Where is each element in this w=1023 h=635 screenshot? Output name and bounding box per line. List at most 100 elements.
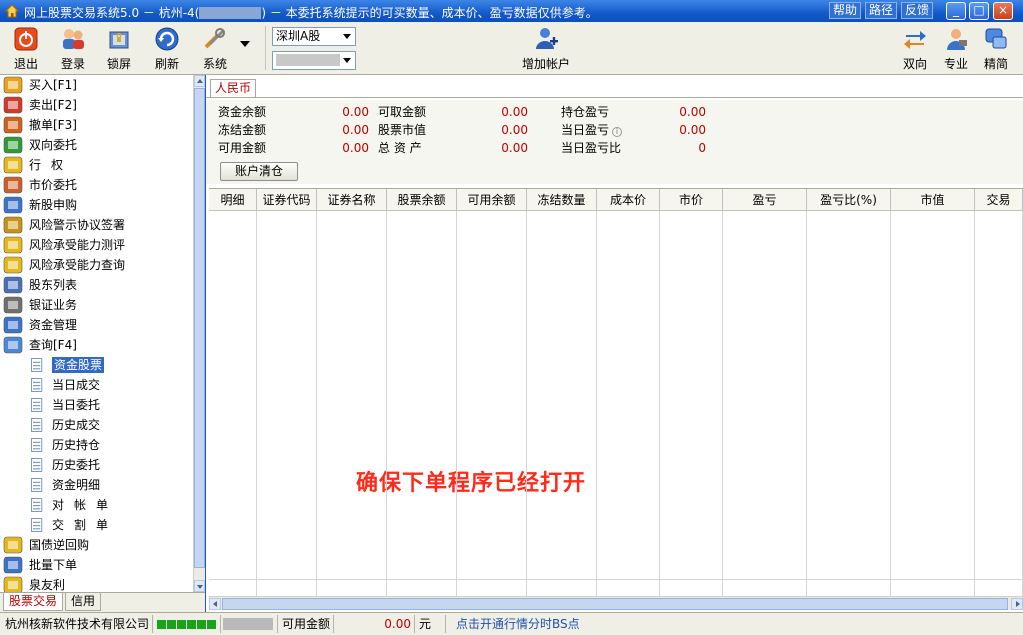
sidebar-item-7[interactable]: 风险警示协议签署 (0, 215, 193, 235)
column-header-7[interactable]: 市价 (660, 189, 723, 211)
lock-screen-button[interactable]: 锁屏 (101, 24, 137, 71)
system-button[interactable]: 系统 (197, 24, 233, 71)
status-hint-link[interactable]: 点击开通行情分时BS点 (453, 615, 583, 633)
status-available-label: 可用金额 (279, 615, 335, 633)
tab-rmb[interactable]: 人民币 (210, 79, 256, 97)
sidebar-item-4[interactable]: 行权 (0, 155, 193, 175)
redacted-account (199, 7, 262, 19)
info-icon[interactable]: i (612, 127, 623, 137)
document-icon (31, 478, 43, 492)
close-button[interactable]: × (993, 2, 1013, 20)
feedback-link[interactable]: 反馈 (901, 2, 934, 19)
sidebar-subitem-7[interactable]: 对帐单 (0, 495, 193, 515)
buy-icon (3, 76, 23, 94)
table-bottom-line (209, 579, 1023, 580)
sidebar-item-6[interactable]: 新股申购 (0, 195, 193, 215)
sidebar-subitem-4[interactable]: 历史持仓 (0, 435, 193, 455)
column-header-0[interactable]: 明细 (209, 189, 257, 211)
hscroll-thumb[interactable] (222, 598, 1008, 610)
login-label: 登录 (60, 57, 85, 71)
sidebar-item-8[interactable]: 风险承受能力测评 (0, 235, 193, 255)
nav-item-label: 行权 (29, 158, 74, 172)
chevron-down-icon (343, 34, 351, 39)
maximize-button[interactable]: □ (969, 2, 989, 20)
frozen-value: 0.00 (342, 123, 369, 137)
scroll-up-button[interactable] (194, 75, 205, 87)
sidebar-subitem-1[interactable]: 当日成交 (0, 375, 193, 395)
sidebar-subitem-5[interactable]: 历史委托 (0, 455, 193, 475)
sidebar-subitem-3[interactable]: 历史成交 (0, 415, 193, 435)
minimize-button[interactable]: _ (946, 2, 966, 20)
column-header-1[interactable]: 证券代码 (257, 189, 317, 211)
refresh-button[interactable]: 刷新 (149, 24, 185, 71)
sidebar-item-12[interactable]: 资金管理 (0, 315, 193, 335)
column-header-10[interactable]: 市值 (891, 189, 975, 211)
nav-item-label: 资金明细 (52, 478, 101, 492)
chevron-down-icon (343, 58, 351, 63)
redacted-status (220, 615, 278, 633)
scroll-thumb[interactable] (194, 88, 205, 568)
professional-user-icon (947, 29, 967, 50)
batch-order-icon (3, 556, 23, 574)
help-link[interactable]: 帮助 (829, 2, 862, 19)
professional-button[interactable]: 专业 (940, 24, 972, 71)
withdrawable-label: 可取金额 (378, 105, 427, 119)
tab-credit[interactable]: 信用 (65, 593, 102, 611)
sidebar-item-after-2[interactable]: 泉友利 (0, 575, 193, 592)
exit-button[interactable]: 退出 (8, 24, 44, 71)
exercise-icon (3, 156, 23, 174)
sidebar-item-3[interactable]: 双向委托 (0, 135, 193, 155)
add-account-button[interactable]: 增加帐户 (518, 24, 574, 71)
clear-account-button[interactable]: 账户清仓 (220, 162, 298, 181)
column-header-9[interactable]: 盈亏比(%) (807, 189, 891, 211)
scroll-right-button[interactable] (1011, 598, 1023, 610)
table-header: 明细 证券代码 证券名称 股票余额 可用余额 冻结数量 成本价 市价 盈亏 盈亏比(%) 市值 交易 (209, 189, 1023, 211)
nav-scrollbar[interactable] (193, 75, 205, 592)
column-header-6[interactable]: 成本价 (597, 189, 660, 211)
bidirectional-button[interactable]: 双向 (899, 24, 931, 71)
today-pl-label: 当日盈亏 i (561, 121, 623, 139)
sidebar-item-13[interactable]: 查询[F4] (0, 335, 193, 355)
sidebar-subitem-6[interactable]: 资金明细 (0, 475, 193, 495)
total-assets-label: 总 资 产 (378, 141, 422, 155)
sidebar-item-11[interactable]: 银证业务 (0, 295, 193, 315)
sidebar-subitem-2[interactable]: 当日委托 (0, 395, 193, 415)
sidebar-item-0[interactable]: 买入[F1] (0, 75, 193, 95)
table-hscrollbar[interactable] (209, 596, 1023, 610)
nav-item-label: 对帐单 (52, 498, 119, 512)
market-select[interactable]: 深圳A股 (272, 27, 356, 46)
nav-item-label: 新股申购 (29, 198, 78, 212)
column-header-2[interactable]: 证券名称 (317, 189, 387, 211)
status-company: 杭州核新软件技术有限公司 (2, 615, 154, 633)
sidebar-item-9[interactable]: 风险承受能力查询 (0, 255, 193, 275)
nav-item-label: 撤单[F3] (29, 118, 77, 132)
column-header-4[interactable]: 可用余额 (457, 189, 527, 211)
status-bar: 杭州核新软件技术有限公司 可用金额 0.00 元 点击开通行情分时BS点 (0, 612, 1023, 635)
column-header-11[interactable]: 交易 (975, 189, 1023, 211)
sidebar-item-5[interactable]: 市价委托 (0, 175, 193, 195)
column-header-5[interactable]: 冻结数量 (527, 189, 597, 211)
sidebar-item-2[interactable]: 撤单[F3] (0, 115, 193, 135)
path-link[interactable]: 路径 (865, 2, 898, 19)
bidirectional-order-icon (3, 136, 23, 154)
sidebar-item-1[interactable]: 卖出[F2] (0, 95, 193, 115)
sidebar-subitem-8[interactable]: 交割单 (0, 515, 193, 535)
sidebar-item-after-0[interactable]: 国债逆回购 (0, 535, 193, 555)
window-title-suffix: ) － 本委托系统提示的可买数量、成本价、盈亏数据仅供参考。 (261, 6, 598, 20)
holdings-table[interactable]: 明细 证券代码 证券名称 股票余额 可用余额 冻结数量 成本价 市价 盈亏 盈亏比(%) 市值 交易 … (209, 188, 1023, 596)
sidebar-subitem-0[interactable]: 资金股票 (0, 355, 193, 375)
total-assets-value: 0.00 (501, 141, 528, 155)
tab-stock-trading[interactable]: 股票交易 (3, 593, 64, 611)
sidebar-item-after-1[interactable]: 批量下单 (0, 555, 193, 575)
column-header-8[interactable]: 盈亏 (723, 189, 807, 211)
sidebar-item-10[interactable]: 股东列表 (0, 275, 193, 295)
column-header-3[interactable]: 股票余额 (387, 189, 457, 211)
login-button[interactable]: 登录 (55, 24, 91, 71)
scroll-left-button[interactable] (209, 598, 221, 610)
compact-button[interactable]: 精简 (980, 24, 1012, 71)
market-order-icon (3, 176, 23, 194)
nav-item-label: 资金管理 (29, 318, 78, 332)
system-dropdown-arrow[interactable] (240, 41, 250, 47)
scroll-down-button[interactable] (194, 580, 205, 592)
account-select[interactable] (272, 51, 356, 70)
